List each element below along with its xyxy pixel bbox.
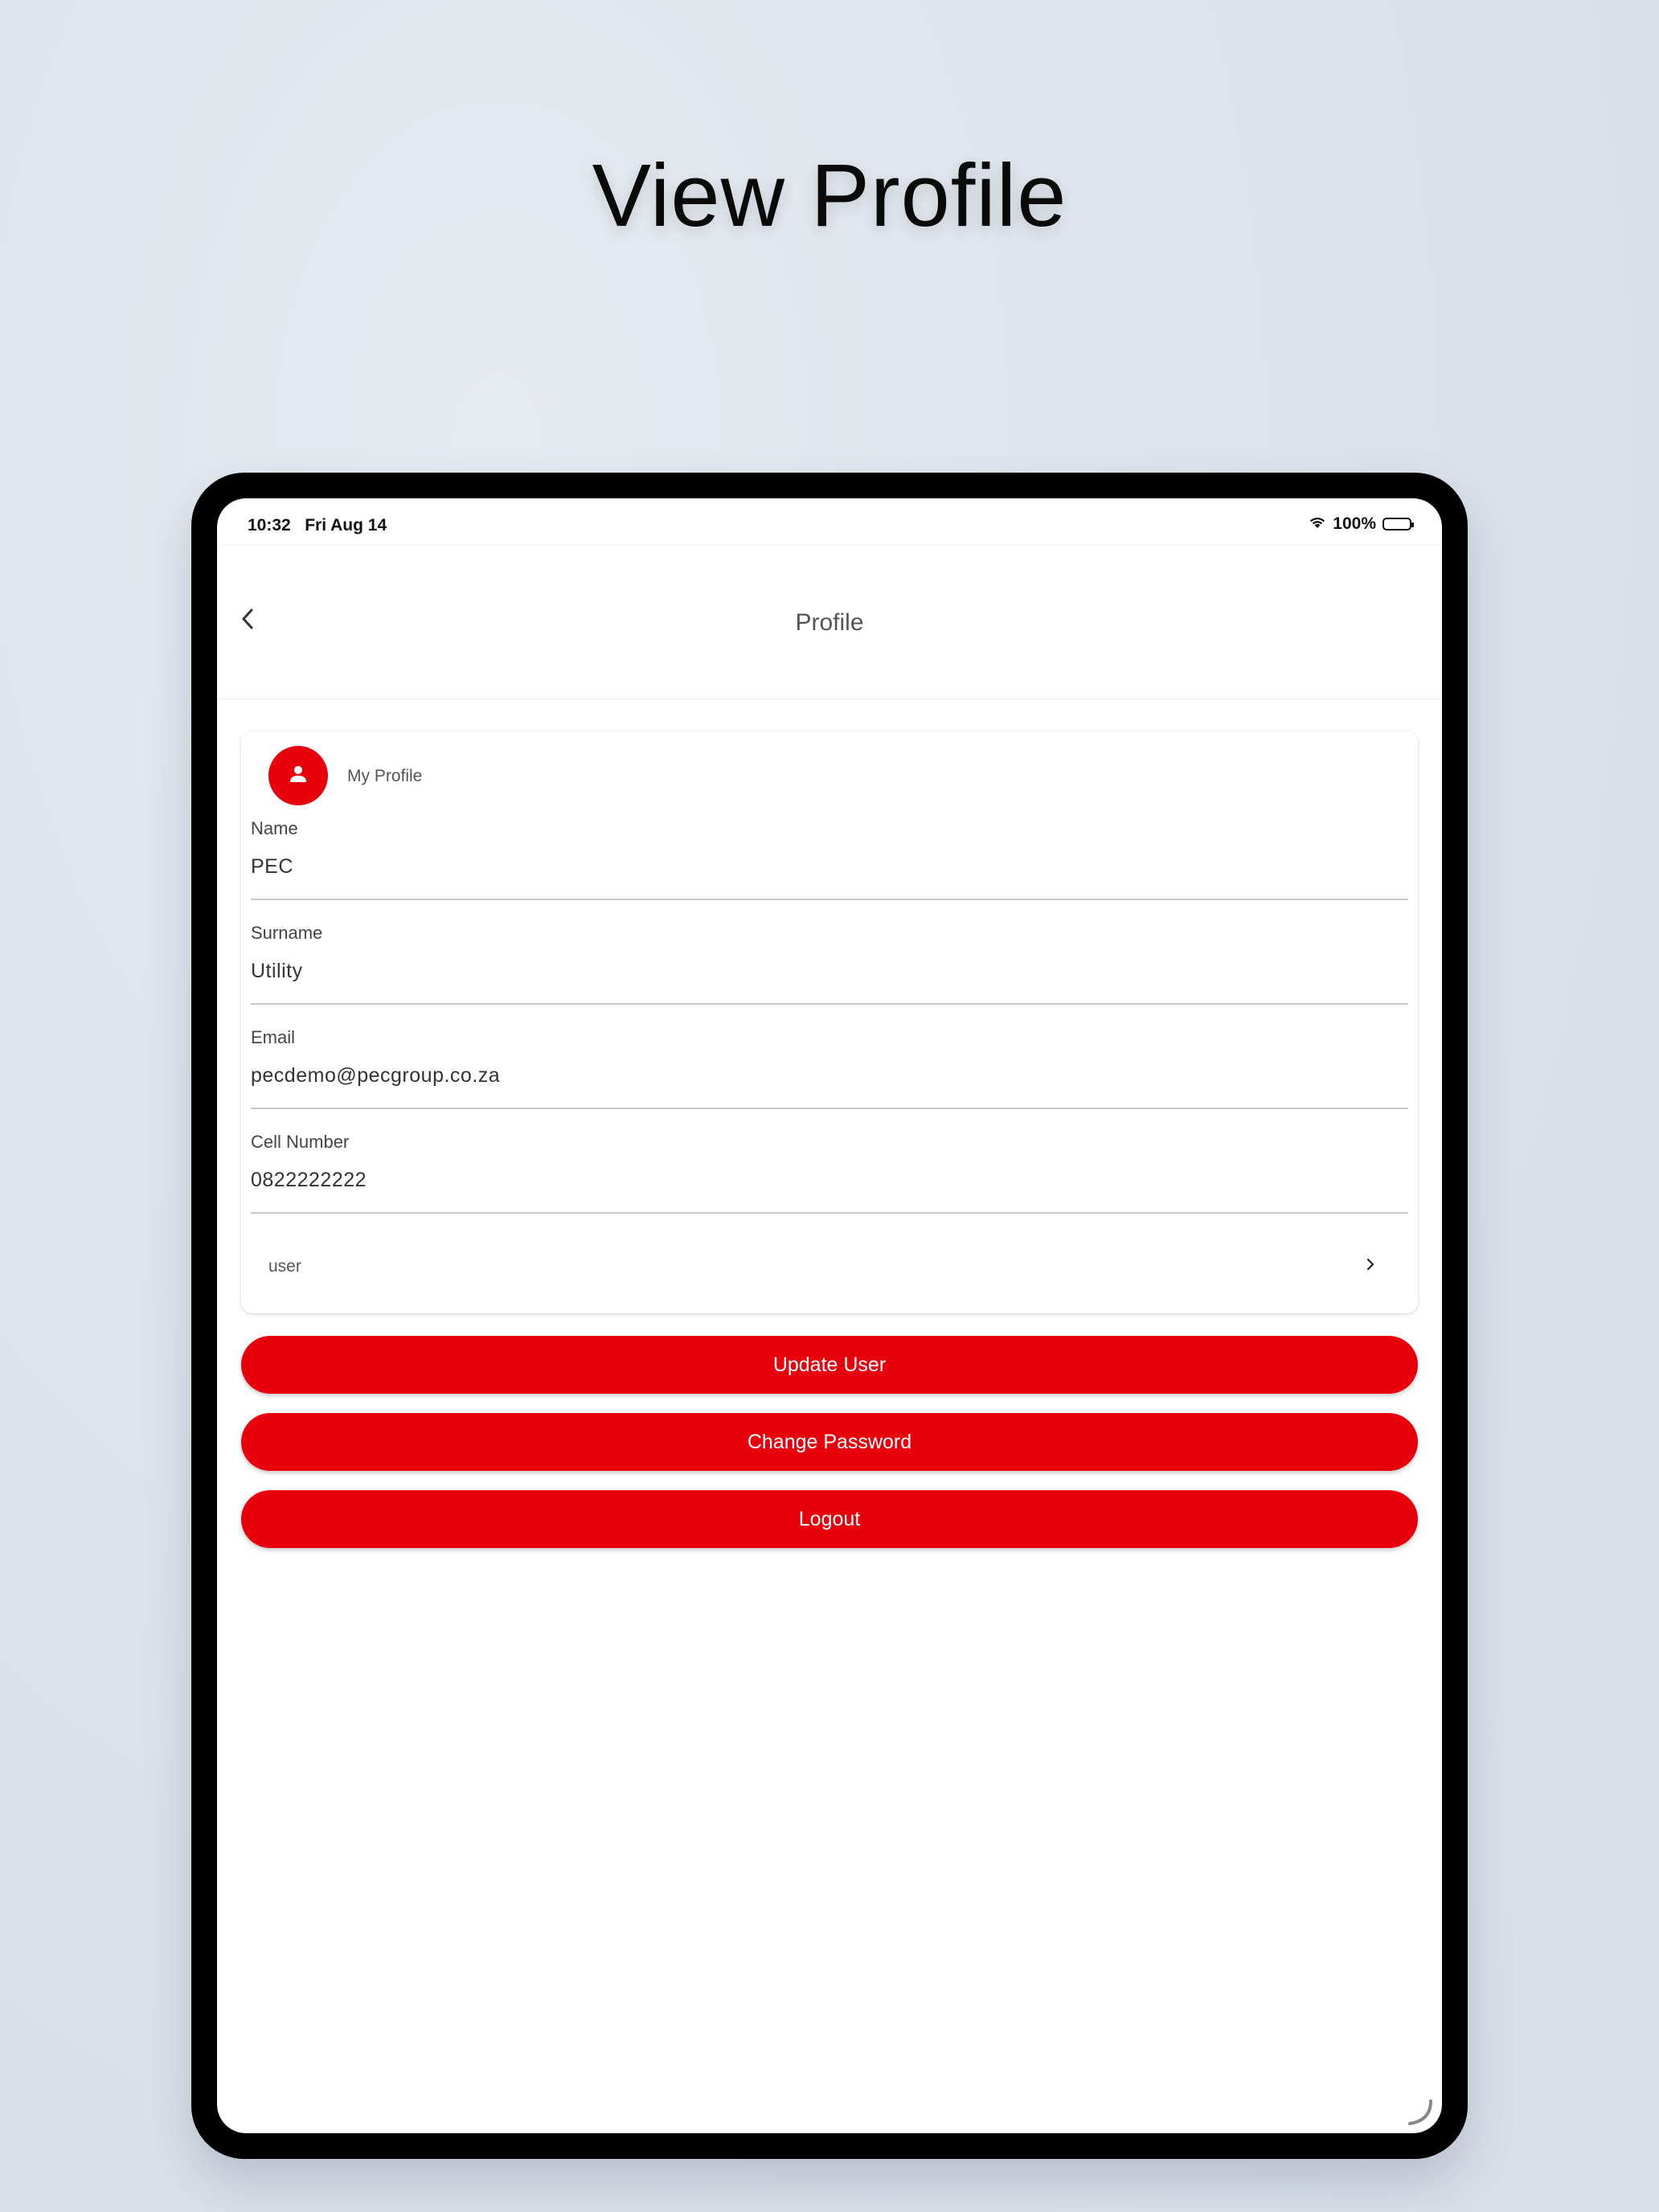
avatar <box>268 746 328 805</box>
wifi-icon <box>1309 514 1326 534</box>
field-value[interactable]: PEC <box>251 855 293 879</box>
logout-button[interactable]: Logout <box>241 1490 1418 1548</box>
field-underline <box>251 1003 1408 1005</box>
update-user-button[interactable]: Update User <box>241 1336 1418 1394</box>
person-icon <box>288 764 309 789</box>
field-value[interactable]: 0822222222 <box>251 1169 367 1192</box>
role-label: user <box>268 1257 301 1276</box>
field-underline <box>251 899 1408 900</box>
status-date: Fri Aug 14 <box>305 516 387 535</box>
card-title: My Profile <box>347 767 423 785</box>
change-password-button[interactable]: Change Password <box>241 1413 1418 1471</box>
name-field[interactable]: Name PEC <box>251 818 1408 908</box>
cell-number-field[interactable]: Cell Number 0822222222 <box>251 1132 1408 1222</box>
profile-card: My Profile Name PEC Surname Utility Emai… <box>241 731 1418 1313</box>
field-value[interactable]: pecdemo@pecgroup.co.za <box>251 1064 500 1088</box>
tablet-frame: 10:32 Fri Aug 14 100% Profile My Profile… <box>191 473 1468 2159</box>
battery-icon <box>1382 518 1414 530</box>
surname-field[interactable]: Surname Utility <box>251 923 1408 1013</box>
divider <box>217 545 1442 546</box>
status-indicators: 100% <box>1309 514 1414 534</box>
resize-handle-icon <box>1403 2096 1436 2128</box>
field-label: Email <box>251 1027 296 1047</box>
role-row[interactable]: user <box>241 1238 1418 1294</box>
email-field[interactable]: Email pecdemo@pecgroup.co.za <box>251 1027 1408 1117</box>
status-time-group: 10:32 Fri Aug 14 <box>248 516 387 535</box>
page-headline: View Profile <box>592 146 1067 245</box>
battery-percent: 100% <box>1333 514 1376 533</box>
page-title: Profile <box>795 609 864 636</box>
chevron-right-icon <box>1362 1256 1379 1273</box>
tablet-screen: 10:32 Fri Aug 14 100% Profile My Profile… <box>217 498 1442 2133</box>
status-bar: 10:32 Fri Aug 14 100% <box>217 498 1442 535</box>
navigation-bar: Profile <box>217 547 1442 699</box>
status-time: 10:32 <box>248 516 291 535</box>
field-underline <box>251 1108 1408 1109</box>
field-label: Cell Number <box>251 1132 350 1152</box>
field-underline <box>251 1212 1408 1214</box>
field-label: Name <box>251 818 298 838</box>
field-value[interactable]: Utility <box>251 960 303 983</box>
field-label: Surname <box>251 923 323 943</box>
